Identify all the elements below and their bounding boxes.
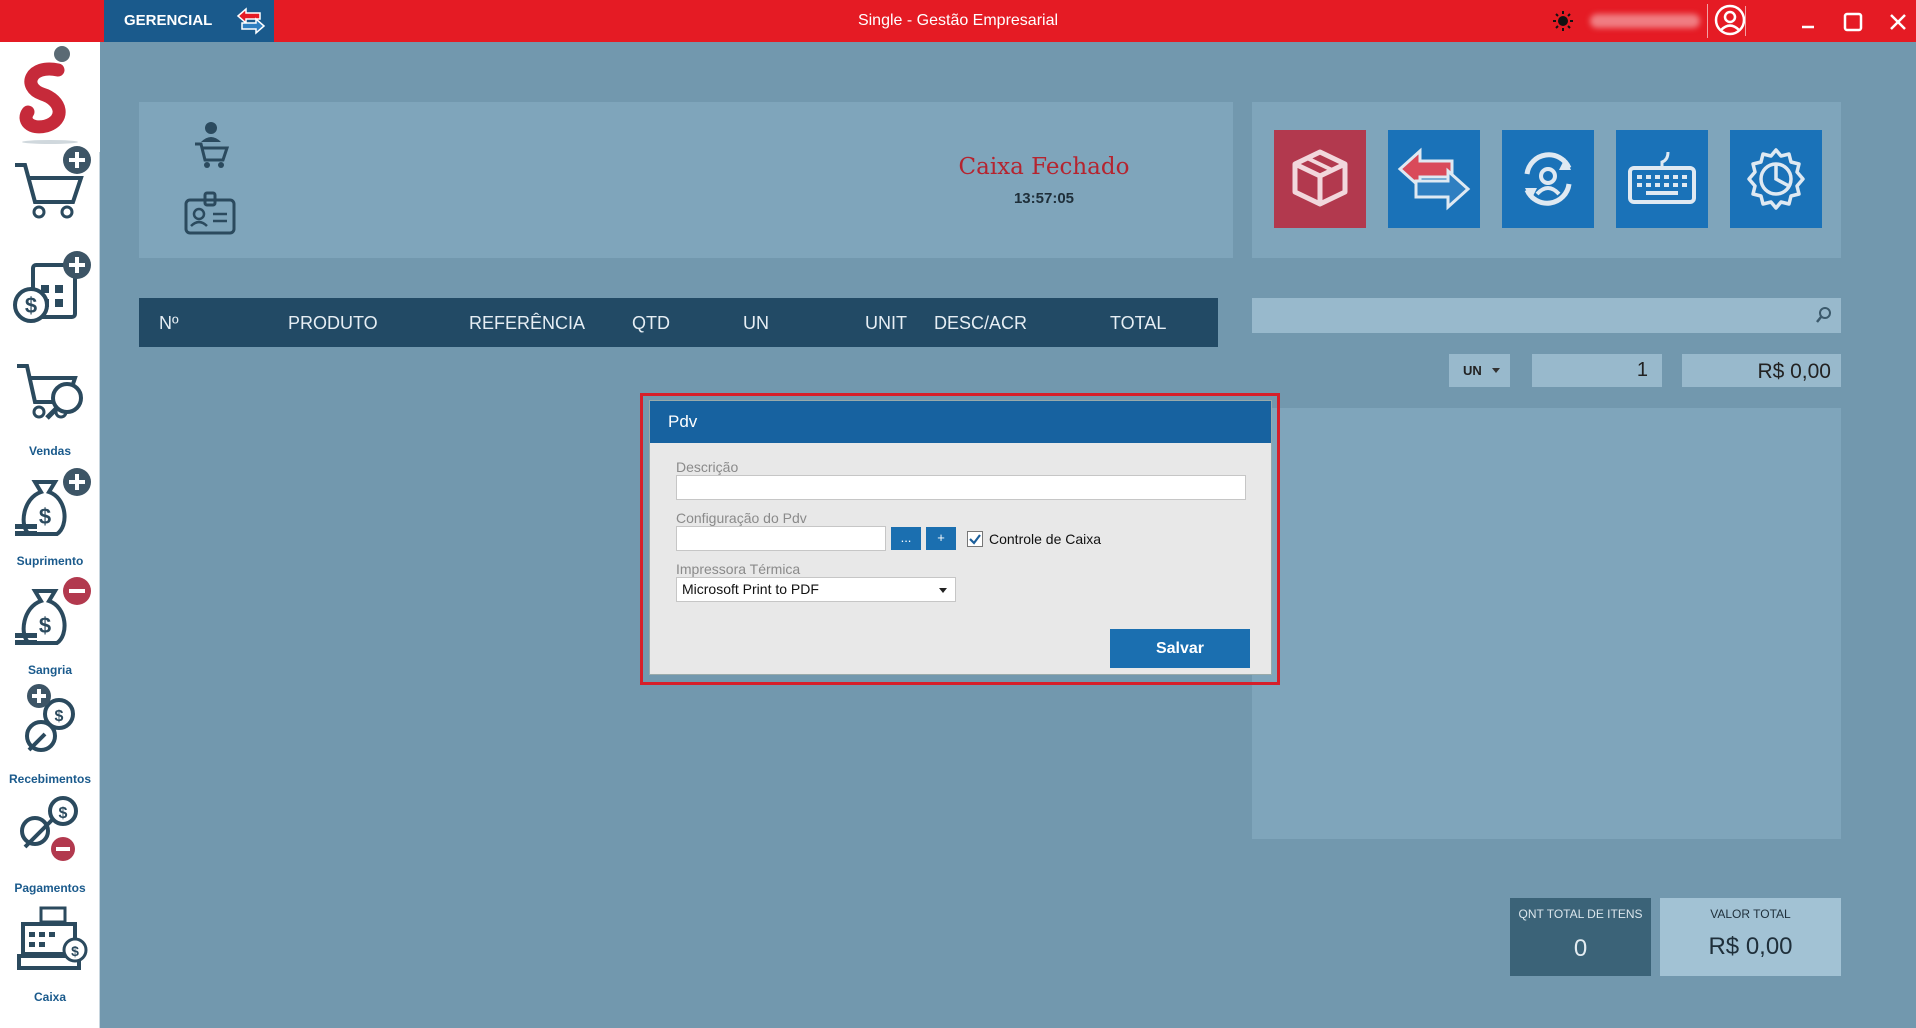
keyboard-button[interactable]	[1616, 130, 1708, 228]
svg-text:$: $	[71, 943, 79, 959]
sidebar-item-label: Vendas	[28, 444, 72, 458]
controle-caixa-checkbox[interactable]	[967, 531, 983, 547]
sidebar-item-label: Pagamentos	[14, 881, 86, 895]
cash-status: Caixa Fechado	[958, 154, 1130, 180]
impressora-select[interactable]: Microsoft Print to PDF	[676, 577, 956, 602]
search-icon	[1815, 306, 1833, 329]
settings-chart-icon	[1747, 148, 1805, 210]
total-value-label: VALOR TOTAL	[1710, 907, 1791, 921]
price-input[interactable]: R$ 0,00	[1682, 354, 1841, 387]
svg-text:$: $	[39, 613, 51, 638]
user-sync-icon	[1524, 152, 1572, 206]
column-header-unit[interactable]: UNIT	[865, 313, 907, 334]
sidebar-item-label: Suprimento	[16, 554, 84, 568]
items-table-header: Nº PRODUTO REFERÊNCIA QTD UN UNIT DESC/A…	[139, 298, 1218, 347]
sidebar-item-new-sale[interactable]	[0, 140, 100, 240]
products-button[interactable]	[1274, 130, 1366, 228]
cashier-icon[interactable]	[191, 120, 231, 175]
transfer-button[interactable]	[1388, 130, 1480, 228]
save-button[interactable]: Salvar	[1110, 629, 1250, 668]
column-header-desc-acr[interactable]: DESC/ACR	[934, 313, 1027, 334]
total-value-amount: R$ 0,00	[1708, 933, 1793, 960]
divider	[1745, 6, 1746, 36]
sidebar-item-label: Recebimentos	[8, 772, 92, 786]
svg-text:$: $	[59, 805, 68, 822]
cart-search-icon	[17, 364, 83, 420]
user-sync-button[interactable]	[1502, 130, 1594, 228]
svg-text:$: $	[39, 504, 51, 529]
impressora-label: Impressora Térmica	[676, 561, 801, 577]
config-pdv-input[interactable]	[676, 526, 886, 551]
minimize-icon	[1802, 25, 1814, 29]
money-bag-add-icon: $	[15, 468, 91, 536]
column-header-un[interactable]: UN	[743, 313, 769, 334]
money-bag-remove-icon: $	[15, 577, 91, 645]
title-bar: GERENCIAL Single - Gestão Empresarial	[0, 0, 1916, 42]
single-logo-icon	[0, 42, 100, 152]
config-browse-button[interactable]: ...	[891, 527, 921, 550]
pdv-dialog: Pdv Descrição Configuração do Pdv ... + …	[649, 400, 1272, 675]
sun-icon[interactable]	[1552, 10, 1574, 37]
unit-select[interactable]: UN	[1449, 354, 1510, 387]
column-header-number[interactable]: Nº	[159, 313, 179, 334]
sidebar: $ Vendas $ Suprimento $ Sangria $ Recebi…	[0, 42, 100, 1028]
settings-report-button[interactable]	[1730, 130, 1822, 228]
sidebar-item-pagamentos[interactable]: $ Pagamentos	[0, 791, 100, 901]
minimize-button[interactable]	[1793, 7, 1823, 37]
coins-remove-icon: $	[20, 796, 78, 861]
sidebar-item-caixa[interactable]: $ Caixa	[0, 900, 100, 1010]
controle-caixa-label: Controle de Caixa	[989, 531, 1102, 547]
keyboard-icon	[1628, 151, 1696, 204]
close-icon	[1890, 14, 1906, 30]
product-search-input[interactable]	[1252, 298, 1841, 333]
user-circle-icon[interactable]	[1707, 4, 1746, 38]
transfer-arrows-icon	[1397, 147, 1471, 211]
sidebar-item-vendas[interactable]: Vendas	[0, 354, 100, 464]
total-items-value: 0	[1573, 935, 1588, 962]
svg-text:$: $	[25, 293, 37, 318]
total-items-box: QNT TOTAL DE ITENS 0	[1510, 898, 1651, 976]
box-icon	[1292, 149, 1348, 207]
config-add-button[interactable]: +	[926, 527, 956, 550]
total-items-label: QNT TOTAL DE ITENS	[1518, 907, 1643, 921]
clock-time: 13:57:05	[1013, 190, 1075, 207]
calculator-add-icon: $	[13, 251, 91, 323]
sidebar-item-label: Caixa	[33, 990, 67, 1004]
column-header-qtd[interactable]: QTD	[632, 313, 670, 334]
sidebar-item-suprimento[interactable]: $ Suprimento	[0, 464, 100, 574]
module-label: GERENCIAL	[124, 12, 213, 29]
column-header-referencia[interactable]: REFERÊNCIA	[469, 313, 585, 334]
quantity-input[interactable]: 1	[1532, 354, 1662, 387]
checkmark-icon	[969, 534, 981, 545]
column-header-total[interactable]: TOTAL	[1110, 313, 1166, 334]
chevron-down-icon	[1492, 368, 1500, 373]
sidebar-item-sangria[interactable]: $ Sangria	[0, 573, 100, 683]
chevron-down-icon	[939, 588, 947, 593]
user-name-blurred	[1590, 14, 1700, 28]
total-value-box: VALOR TOTAL R$ 0,00	[1660, 898, 1841, 976]
sidebar-item-label: Sangria	[27, 663, 72, 677]
column-header-produto[interactable]: PRODUTO	[288, 313, 378, 334]
close-button[interactable]	[1883, 7, 1913, 37]
id-card-icon[interactable]	[183, 190, 237, 241]
module-switch-button[interactable]: GERENCIAL	[104, 0, 274, 42]
status-panel: Caixa Fechado 13:57:05	[139, 102, 1233, 258]
product-preview-panel	[1252, 408, 1841, 839]
cash-register-icon: $	[17, 906, 88, 970]
descricao-input[interactable]	[676, 475, 1246, 500]
sidebar-item-calculator[interactable]: $	[0, 247, 100, 347]
cart-add-icon	[15, 146, 91, 219]
descricao-label: Descrição	[676, 459, 739, 475]
coins-add-icon: $	[25, 684, 75, 752]
maximize-button[interactable]	[1838, 7, 1868, 37]
actions-panel	[1252, 102, 1841, 258]
config-pdv-label: Configuração do Pdv	[676, 510, 807, 526]
sidebar-item-recebimentos[interactable]: $ Recebimentos	[0, 682, 100, 792]
svg-text:$: $	[55, 708, 64, 725]
maximize-icon	[1843, 12, 1863, 32]
dialog-title: Pdv	[650, 401, 1271, 443]
swap-arrows-icon	[234, 4, 268, 55]
